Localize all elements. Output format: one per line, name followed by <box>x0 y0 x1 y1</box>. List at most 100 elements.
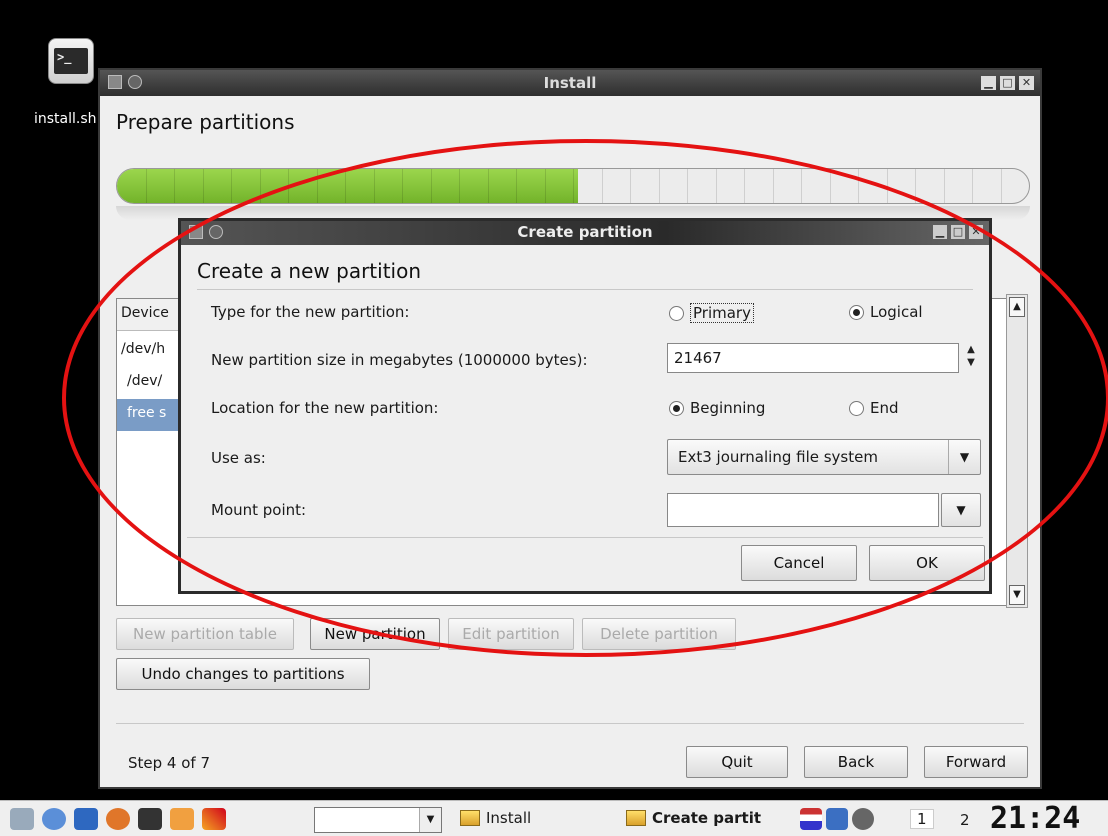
desktop-icon-install[interactable]: >_ install.sh <box>34 38 97 127</box>
dialog-separator <box>197 289 973 290</box>
progress-fill <box>117 169 578 203</box>
mount-point-dropdown[interactable]: ▼ <box>941 493 981 527</box>
close-icon[interactable]: ✕ <box>1019 76 1034 90</box>
progress-segment <box>801 169 802 203</box>
column-header-device[interactable]: Device <box>117 299 187 331</box>
use-as-label: Use as: <box>211 449 266 467</box>
progress-segment <box>544 169 546 203</box>
progress-segment <box>259 169 261 203</box>
minimize-icon[interactable]: ▁ <box>981 76 996 90</box>
use-as-select[interactable]: Ext3 journaling file system ▼ <box>667 439 981 475</box>
progress-segment <box>744 169 745 203</box>
desktop-switch-icon[interactable] <box>10 808 34 830</box>
type-label: Type for the new partition: <box>211 303 410 321</box>
back-button[interactable]: Back <box>804 746 908 778</box>
use-as-value: Ext3 journaling file system <box>678 448 878 466</box>
progress-segment <box>231 169 232 203</box>
forward-button[interactable]: Forward <box>924 746 1028 778</box>
dialog-minimize-icon[interactable]: ▁ <box>933 225 947 239</box>
mount-point-input[interactable] <box>667 493 939 527</box>
scroll-down-icon[interactable]: ▼ <box>1009 585 1025 605</box>
firefox-icon[interactable] <box>106 808 130 830</box>
file-manager-icon[interactable] <box>42 808 66 830</box>
dialog-titlebar[interactable]: Create partition ▁ □ ✕ <box>181 221 989 245</box>
scroll-up-icon[interactable]: ▲ <box>1009 297 1025 317</box>
progress-segment <box>658 169 660 203</box>
radio-beginning-label: Beginning <box>690 399 766 417</box>
progress-segment <box>943 169 945 203</box>
table-scrollbar[interactable]: ▲ ▼ <box>1006 294 1028 608</box>
taskbar: ▼ Install Create partit 1 2 21:24 <box>0 800 1108 836</box>
mail-icon[interactable] <box>74 808 98 830</box>
dialog-maximize-icon[interactable]: □ <box>951 225 965 239</box>
undo-changes-button[interactable]: Undo changes to partitions <box>116 658 370 690</box>
dialog-button-separator <box>187 537 983 538</box>
chevron-down-icon: ▼ <box>419 808 441 832</box>
edit-partition-button[interactable]: Edit partition <box>448 618 574 650</box>
radio-end[interactable]: End <box>849 399 899 417</box>
mount-label: Mount point: <box>211 501 307 519</box>
maximize-icon[interactable]: □ <box>1000 76 1015 90</box>
table-row[interactable]: /dev/ <box>117 367 187 399</box>
radio-checked-icon <box>669 400 684 416</box>
radio-logical[interactable]: Logical <box>849 303 923 321</box>
new-partition-button[interactable]: New partition <box>310 618 440 650</box>
progress-segment <box>145 169 147 203</box>
dialog-close-icon[interactable]: ✕ <box>969 225 983 239</box>
task-install-label: Install <box>486 809 532 827</box>
progress-segment <box>972 169 973 203</box>
cancel-button[interactable]: Cancel <box>741 545 857 581</box>
radio-primary-label: Primary <box>690 303 754 323</box>
rss-icon[interactable] <box>170 808 194 830</box>
task-create-partition[interactable]: Create partit <box>626 809 761 827</box>
radio-circle-icon <box>849 400 864 416</box>
taskbar-combo[interactable]: ▼ <box>314 807 442 833</box>
desktop-icon-label: install.sh <box>34 111 97 127</box>
progress-segment <box>601 169 603 203</box>
progress-segment <box>174 169 175 203</box>
power-icon[interactable] <box>852 808 874 830</box>
quit-button[interactable]: Quit <box>686 746 788 778</box>
separator <box>116 723 1024 724</box>
radio-beginning[interactable]: Beginning <box>669 399 765 417</box>
size-spin-icon[interactable]: ▲ ▼ <box>963 343 979 373</box>
ok-button[interactable]: OK <box>869 545 985 581</box>
progress-segment <box>288 169 289 203</box>
progress-segment <box>1000 169 1002 203</box>
chevron-down-icon: ▼ <box>948 440 980 474</box>
keyboard-layout-icon[interactable] <box>800 808 822 830</box>
workspace-1[interactable]: 1 <box>910 809 934 829</box>
progress-segment <box>316 169 318 203</box>
tools-icon[interactable] <box>202 808 226 830</box>
task-install[interactable]: Install <box>460 809 531 827</box>
progress-segment <box>430 169 432 203</box>
network-icon[interactable] <box>826 808 848 830</box>
clock: 21:24 <box>990 801 1081 836</box>
location-label: Location for the new partition: <box>211 399 439 417</box>
workspace-2[interactable]: 2 <box>960 811 970 829</box>
task-create-label: Create partit <box>652 809 762 827</box>
progress-segment <box>858 169 859 203</box>
size-label: New partition size in megabytes (1000000… <box>211 351 588 369</box>
radio-logical-label: Logical <box>870 303 923 321</box>
progress-segment <box>516 169 517 203</box>
radio-checked-icon <box>849 304 864 320</box>
radio-end-label: End <box>870 399 899 417</box>
radio-circle-icon <box>669 305 684 321</box>
create-partition-dialog: Create partition ▁ □ ✕ Create a new part… <box>178 218 992 594</box>
window-title: Install <box>543 74 597 92</box>
radio-primary[interactable]: Primary <box>669 303 754 323</box>
progress-segment <box>373 169 375 203</box>
delete-partition-button[interactable]: Delete partition <box>582 618 736 650</box>
terminal-icon[interactable] <box>138 808 162 830</box>
new-partition-table-button[interactable]: New partition table <box>116 618 294 650</box>
size-input[interactable]: 21467 <box>667 343 959 373</box>
progress-segment <box>715 169 717 203</box>
progress-segment <box>402 169 403 203</box>
progress-segment <box>630 169 631 203</box>
dialog-heading: Create a new partition <box>197 259 422 283</box>
table-row-selected[interactable]: free s <box>117 399 187 431</box>
window-titlebar[interactable]: Install ▁ □ ✕ <box>100 70 1040 96</box>
table-row[interactable]: /dev/h <box>117 335 187 367</box>
progress-segment <box>772 169 774 203</box>
